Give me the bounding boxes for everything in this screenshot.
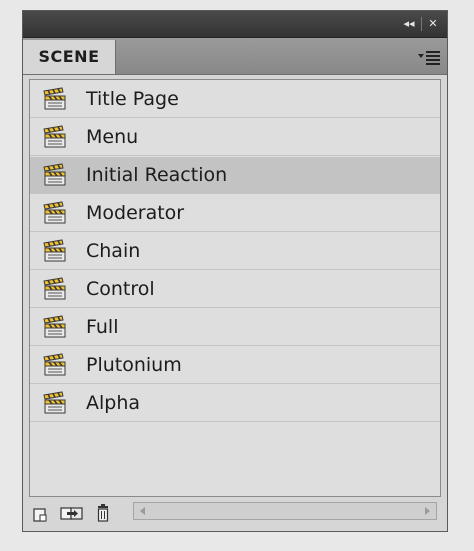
clapperboard-icon [43,163,66,186]
collapse-icon[interactable]: ◂◂ [399,16,419,32]
scene-item-menu[interactable]: Menu [30,119,440,156]
scene-label: Control [86,278,155,300]
clapperboard-icon [43,277,66,300]
scene-label: Title Page [86,88,179,110]
scene-item-control[interactable]: Control [30,271,440,308]
scroll-right-icon[interactable] [421,505,433,517]
add-scene-icon[interactable] [31,503,51,523]
tab-bar: SCENE [23,38,447,75]
duplicate-scene-icon[interactable] [59,503,85,523]
scene-label: Chain [86,240,141,262]
clapperboard-icon [43,125,66,148]
panel-titlebar[interactable]: ◂◂ ✕ [23,11,447,38]
horizontal-scrollbar[interactable] [133,502,437,520]
scene-item-title-page[interactable]: Title Page [30,81,440,118]
scene-label: Moderator [86,202,185,224]
scene-item-chain[interactable]: Chain [30,233,440,270]
panel-menu-icon[interactable] [417,48,441,66]
clapperboard-icon [43,315,66,338]
close-icon[interactable]: ✕ [425,16,441,32]
scene-item-moderator[interactable]: Moderator [30,195,440,232]
scene-label: Full [86,316,119,338]
scene-label: Menu [86,126,139,148]
scene-label: Plutonium [86,354,182,376]
clapperboard-icon [43,391,66,414]
scene-label: Initial Reaction [86,164,228,186]
scene-panel: ◂◂ ✕ SCENE Title Page Menu Initial React… [22,10,448,532]
titlebar-divider [421,17,422,31]
clapperboard-icon [43,201,66,224]
scene-item-alpha[interactable]: Alpha [30,385,440,422]
clapperboard-icon [43,239,66,262]
clapperboard-icon [43,87,66,110]
scene-item-full[interactable]: Full [30,309,440,346]
delete-scene-icon[interactable] [93,503,113,523]
clapperboard-icon [43,353,66,376]
panel-bottom-toolbar [29,499,441,525]
scene-label: Alpha [86,392,141,414]
scene-item-plutonium[interactable]: Plutonium [30,347,440,384]
scene-item-initial-reaction[interactable]: Initial Reaction [30,157,440,194]
scene-list: Title Page Menu Initial Reaction Moderat… [29,79,441,497]
scroll-left-icon[interactable] [137,505,149,517]
tab-scene[interactable]: SCENE [23,40,116,74]
